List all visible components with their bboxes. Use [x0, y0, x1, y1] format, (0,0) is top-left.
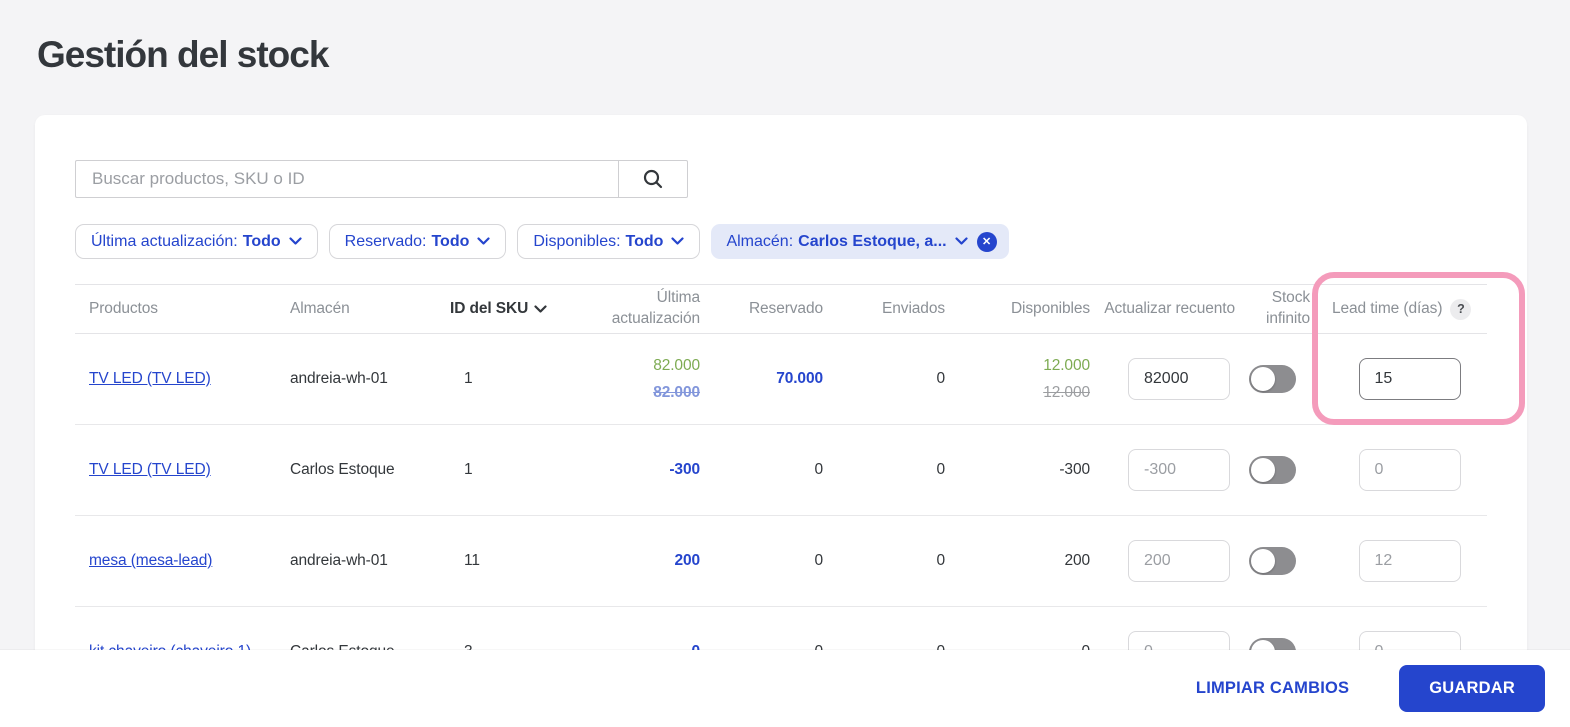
footer-action-bar: LIMPIAR CAMBIOS GUARDAR: [0, 650, 1570, 727]
recount-input[interactable]: [1128, 358, 1230, 400]
available-cell: 200: [1064, 552, 1090, 569]
product-link[interactable]: TV LED (TV LED): [89, 370, 211, 387]
chevron-down-icon: [534, 304, 547, 313]
header-recount: Actualizar recuento: [1104, 299, 1235, 317]
infinite-stock-toggle[interactable]: [1249, 365, 1296, 393]
reserved-cell: 0: [814, 461, 823, 478]
infinite-stock-toggle[interactable]: [1249, 456, 1296, 484]
filter-label: Última actualización:: [91, 232, 238, 250]
filter-value: Todo: [242, 232, 281, 250]
available-cell: -300: [1059, 461, 1090, 478]
search-icon: [643, 169, 663, 189]
last-update-cell: 200: [674, 552, 700, 569]
header-products: Productos: [89, 300, 158, 317]
available-cell: 12.000 12.000: [1043, 356, 1090, 401]
filter-reserved[interactable]: Reservado: Todo: [328, 224, 507, 259]
filter-value: Todo: [431, 232, 470, 250]
filter-label: Almacén:: [726, 232, 794, 250]
table-header-row: Productos Almacén ID del SKU Última actu…: [75, 284, 1487, 334]
product-link[interactable]: TV LED (TV LED): [89, 461, 211, 478]
leadtime-input[interactable]: [1358, 358, 1461, 400]
filter-chips: Última actualización: Todo Reservado: To…: [75, 224, 1487, 259]
filter-label: Disponibles:: [533, 232, 621, 250]
reserved-cell: 70.000: [776, 370, 823, 387]
remove-filter-icon[interactable]: ✕: [976, 231, 997, 252]
table-row: TV LED (TV LED) andreia-wh-01 1 82.000 8…: [75, 334, 1487, 425]
filter-available[interactable]: Disponibles: Todo: [517, 224, 701, 259]
header-shipped: Enviados: [882, 300, 945, 317]
product-link[interactable]: mesa (mesa-lead): [89, 552, 212, 569]
shipped-cell: 0: [936, 370, 945, 387]
clear-changes-button[interactable]: LIMPIAR CAMBIOS: [1196, 679, 1349, 698]
last-update-cell: -300: [669, 461, 700, 478]
search-input[interactable]: [75, 160, 618, 198]
shipped-cell: 0: [936, 461, 945, 478]
leadtime-input[interactable]: [1358, 540, 1461, 582]
filter-label: Reservado:: [344, 232, 427, 250]
last-update-cell: 82.000 82.000: [653, 356, 700, 401]
header-available: Disponibles: [1010, 300, 1090, 317]
chevron-down-icon: [671, 237, 685, 245]
header-leadtime: Lead time (días) ?: [1310, 298, 1487, 320]
page-title: Gestión del stock: [37, 34, 329, 75]
warehouse-cell: andreia-wh-01: [290, 370, 388, 387]
stock-table: Productos Almacén ID del SKU Última actu…: [75, 284, 1487, 698]
sku-cell: 1: [464, 461, 473, 478]
filter-value: Carlos Estoque, a...: [798, 232, 947, 250]
recount-input[interactable]: [1128, 449, 1230, 491]
shipped-cell: 0: [936, 552, 945, 569]
save-button[interactable]: GUARDAR: [1399, 665, 1545, 712]
header-sku-sort[interactable]: ID del SKU: [450, 300, 580, 318]
warehouse-cell: Carlos Estoque: [290, 461, 395, 478]
chevron-down-icon: [289, 237, 302, 245]
search-button[interactable]: [618, 160, 688, 198]
search-bar: [75, 160, 688, 198]
header-infinite-stock: Stock infinito: [1265, 289, 1310, 327]
table-row: mesa (mesa-lead) andreia-wh-01 11 200 0 …: [75, 516, 1487, 607]
reserved-cell: 0: [814, 552, 823, 569]
filter-value: Todo: [625, 232, 664, 250]
chevron-down-icon: [955, 237, 968, 245]
table-row: TV LED (TV LED) Carlos Estoque 1 -300 0 …: [75, 425, 1487, 516]
header-reserved: Reservado: [748, 300, 823, 317]
sku-cell: 11: [464, 552, 480, 569]
header-last-update: Última actualización: [611, 289, 700, 327]
header-warehouse: Almacén: [290, 300, 350, 317]
warehouse-cell: andreia-wh-01: [290, 552, 388, 569]
chevron-down-icon: [477, 237, 490, 245]
filter-last-update[interactable]: Última actualización: Todo: [75, 224, 318, 259]
infinite-stock-toggle[interactable]: [1249, 547, 1296, 575]
sku-cell: 1: [464, 370, 473, 387]
recount-input[interactable]: [1128, 540, 1230, 582]
stock-management-card: Última actualización: Todo Reservado: To…: [35, 115, 1527, 727]
leadtime-input[interactable]: [1358, 449, 1461, 491]
filter-warehouse[interactable]: Almacén: Carlos Estoque, a... ✕: [711, 224, 1009, 259]
help-icon[interactable]: ?: [1450, 298, 1472, 320]
